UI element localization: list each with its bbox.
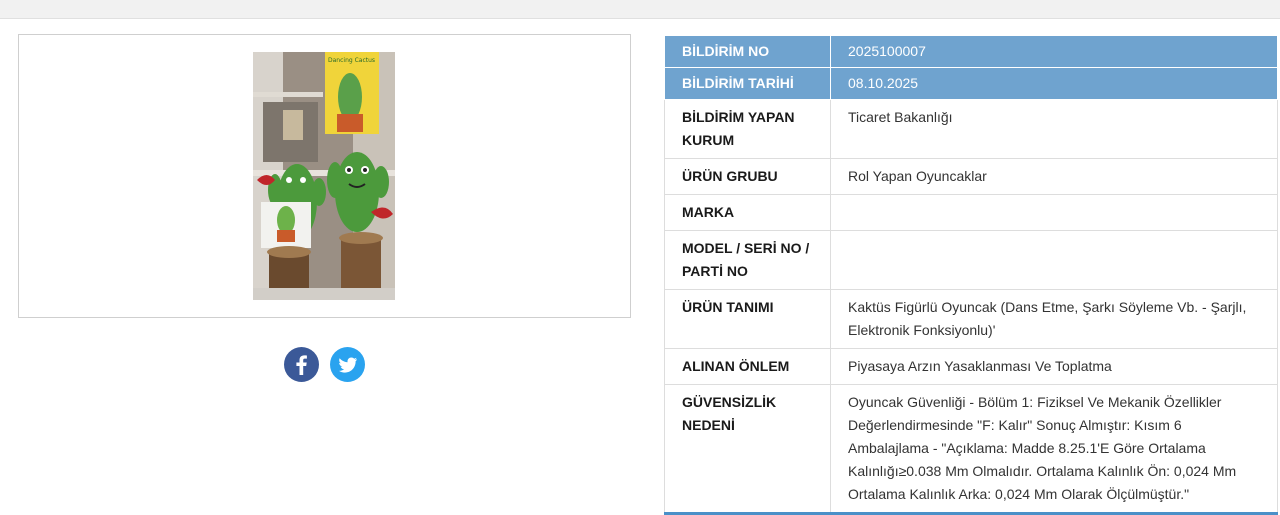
facebook-share-button[interactable]: [284, 347, 319, 382]
notification-details-table: BİLDİRİM NO 2025100007 BİLDİRİM TARİHİ 0…: [664, 35, 1278, 515]
label-urun-grubu: ÜRÜN GRUBU: [664, 158, 831, 195]
label-urun-tanimi: ÜRÜN TANIMI: [664, 289, 831, 349]
row-urun-grubu: ÜRÜN GRUBU Rol Yapan Oyuncaklar: [664, 158, 1278, 195]
label-kurum: BİLDİRİM YAPAN KURUM: [664, 99, 831, 159]
product-image-frame: Dancing Cactus: [18, 34, 631, 318]
value-urun-grubu: Rol Yapan Oyuncaklar: [830, 158, 1278, 195]
package-text: Dancing Cactus: [328, 57, 375, 64]
label-bildirim-no: BİLDİRİM NO: [664, 35, 831, 68]
product-photo[interactable]: Dancing Cactus: [253, 52, 395, 300]
value-neden: Oyuncak Güvenliği - Bölüm 1: Fiziksel Ve…: [830, 384, 1278, 514]
row-model: MODEL / SERİ NO / PARTİ NO: [664, 230, 1278, 290]
row-bildirim-tarihi: BİLDİRİM TARİHİ 08.10.2025: [664, 67, 1278, 100]
value-marka: [830, 194, 1278, 231]
label-onlem: ALINAN ÖNLEM: [664, 348, 831, 385]
twitter-share-button[interactable]: [330, 347, 365, 382]
top-bar: [0, 0, 1280, 19]
row-urun-tanimi: ÜRÜN TANIMI Kaktüs Figürlü Oyuncak (Dans…: [664, 289, 1278, 349]
value-bildirim-tarihi: 08.10.2025: [830, 67, 1278, 100]
row-kurum: BİLDİRİM YAPAN KURUM Ticaret Bakanlığı: [664, 99, 1278, 159]
label-model: MODEL / SERİ NO / PARTİ NO: [664, 230, 831, 290]
value-urun-tanimi: Kaktüs Figürlü Oyuncak (Dans Etme, Şarkı…: [830, 289, 1278, 349]
row-neden: GÜVENSİZLİK NEDENİ Oyuncak Güvenliği - B…: [664, 384, 1278, 514]
row-onlem: ALINAN ÖNLEM Piyasaya Arzın Yasaklanması…: [664, 348, 1278, 385]
label-bildirim-tarihi: BİLDİRİM TARİHİ: [664, 67, 831, 100]
row-marka: MARKA: [664, 194, 1278, 231]
twitter-icon: [339, 357, 357, 373]
share-buttons: [284, 347, 365, 382]
value-kurum: Ticaret Bakanlığı: [830, 99, 1278, 159]
label-marka: MARKA: [664, 194, 831, 231]
value-model: [830, 230, 1278, 290]
value-onlem: Piyasaya Arzın Yasaklanması Ve Toplatma: [830, 348, 1278, 385]
facebook-icon: [296, 355, 307, 375]
row-bildirim-no: BİLDİRİM NO 2025100007: [664, 35, 1278, 68]
value-bildirim-no: 2025100007: [830, 35, 1278, 68]
label-neden: GÜVENSİZLİK NEDENİ: [664, 384, 831, 514]
cactus-toy-photo: Dancing Cactus: [253, 52, 395, 300]
